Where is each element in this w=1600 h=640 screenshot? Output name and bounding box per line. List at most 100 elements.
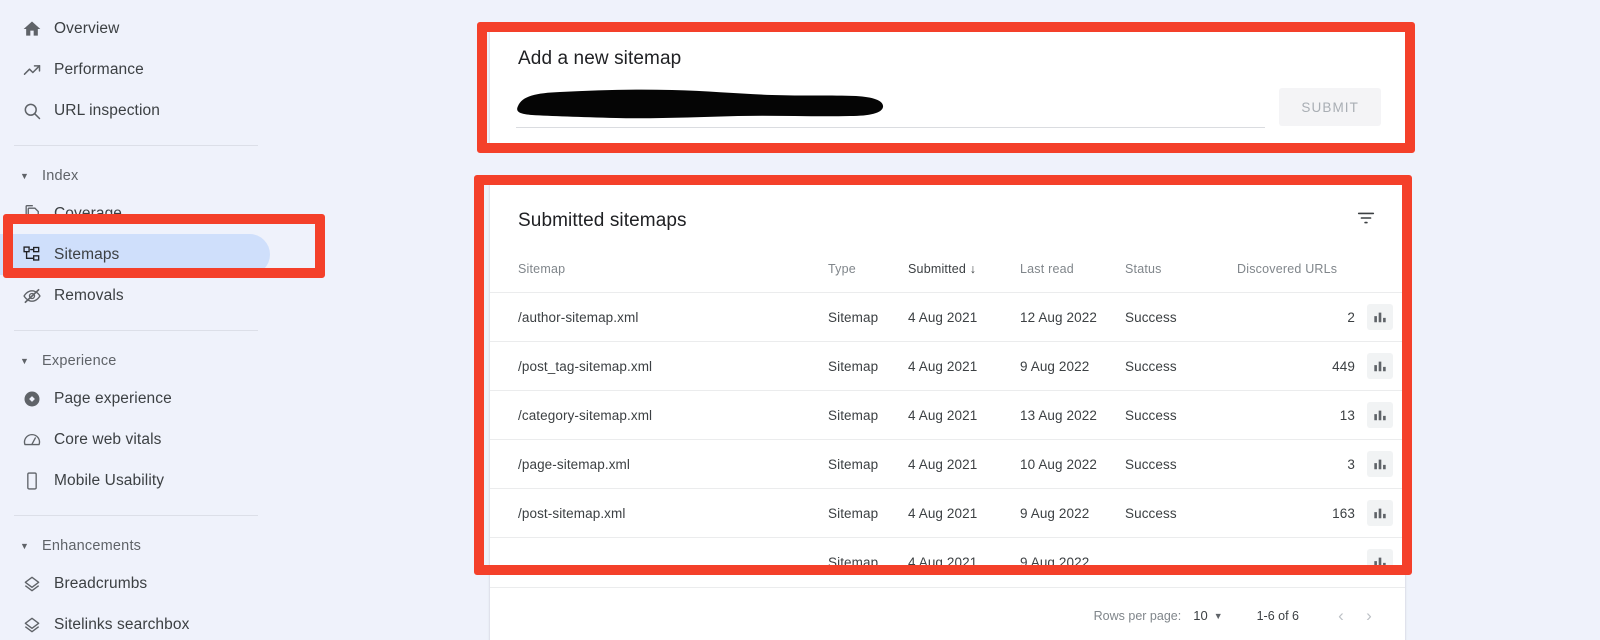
sidebar-group-label: Experience <box>42 353 117 369</box>
column-header-sitemap[interactable]: Sitemap <box>490 256 828 293</box>
cell-actions <box>1355 341 1405 391</box>
sidebar-item-core-web-vitals[interactable]: Core web vitals <box>0 419 470 460</box>
next-page-button[interactable]: › <box>1355 606 1383 626</box>
home-icon <box>22 19 54 39</box>
cell-discovered-urls: 449 <box>1237 341 1355 391</box>
cell-submitted: 4 Aug 2021 <box>908 488 1020 538</box>
sidebar-item-label: Sitemaps <box>54 245 120 263</box>
cell-discovered-urls: 163 <box>1237 488 1355 538</box>
sidebar-item-breadcrumbs[interactable]: Breadcrumbs <box>0 563 470 604</box>
cell-submitted: 4 Aug 2021 <box>908 439 1020 489</box>
search-icon <box>22 101 54 121</box>
cell-status: Success <box>1125 488 1237 538</box>
sidebar-item-url-inspection[interactable]: URL inspection <box>0 90 470 131</box>
sidebar-item-label: Performance <box>54 60 144 78</box>
cell-type: Sitemap <box>828 439 908 489</box>
cell-submitted: 4 Aug 2021 <box>908 537 1020 587</box>
column-header-submitted[interactable]: Submitted ↓ <box>908 256 1020 293</box>
sidebar-group-label: Index <box>42 168 79 184</box>
cell-last-read: 10 Aug 2022 <box>1020 439 1125 489</box>
table-row[interactable]: /page-sitemap.xml Sitemap 4 Aug 2021 10 … <box>490 439 1405 489</box>
cell-sitemap: /post-sitemap.xml <box>490 488 828 538</box>
sitemaps-table-body: /author-sitemap.xml Sitemap 4 Aug 2021 1… <box>490 292 1405 587</box>
cell-type: Sitemap <box>828 537 908 587</box>
cell-last-read: 9 Aug 2022 <box>1020 341 1125 391</box>
cell-sitemap: /page-sitemap.xml <box>490 439 828 489</box>
cell-discovered-urls <box>1237 537 1355 587</box>
cell-status: Success <box>1125 439 1237 489</box>
submitted-sitemaps-card: Submitted sitemaps Sitemap Type Submitte… <box>490 183 1405 640</box>
submitted-sitemaps-title: Submitted sitemaps <box>518 209 687 231</box>
column-header-last-read[interactable]: Last read <box>1020 256 1125 293</box>
cell-actions <box>1355 439 1405 489</box>
sidebar-item-label: Removals <box>54 286 124 304</box>
column-header-type[interactable]: Type <box>828 256 908 293</box>
sidebar-item-overview[interactable]: Overview <box>0 8 470 49</box>
cell-actions <box>1355 390 1405 440</box>
sidebar-item-label: Coverage <box>54 204 123 222</box>
cell-discovered-urls: 3 <box>1237 439 1355 489</box>
table-row[interactable]: /post-sitemap.xml Sitemap 4 Aug 2021 9 A… <box>490 488 1405 538</box>
add-sitemap-title: Add a new sitemap <box>518 48 682 69</box>
table-row[interactable]: /category-sitemap.xml Sitemap 4 Aug 2021… <box>490 390 1405 440</box>
sidebar-item-label: Overview <box>54 19 120 37</box>
sidebar-item-page-experience[interactable]: Page experience <box>0 378 470 419</box>
sitemaps-table-head: Sitemap Type Submitted ↓ Last read Statu… <box>490 256 1405 293</box>
previous-page-button[interactable]: ‹ <box>1327 606 1355 626</box>
bar-chart-icon[interactable] <box>1367 402 1393 428</box>
table-row[interactable]: Sitemap 4 Aug 2021 9 Aug 2022 <box>490 537 1405 587</box>
filter-icon[interactable] <box>1351 203 1381 238</box>
sidebar-item-sitemaps[interactable]: Sitemaps <box>0 234 470 275</box>
table-row[interactable]: /post_tag-sitemap.xml Sitemap 4 Aug 2021… <box>490 341 1405 391</box>
cell-last-read: 9 Aug 2022 <box>1020 537 1125 587</box>
submitted-sitemaps-header: Submitted sitemaps <box>490 183 1405 238</box>
bar-chart-icon[interactable] <box>1367 451 1393 477</box>
cell-status: Success <box>1125 292 1237 342</box>
sidebar-item-coverage[interactable]: Coverage <box>0 193 470 234</box>
table-row[interactable]: /author-sitemap.xml Sitemap 4 Aug 2021 1… <box>490 292 1405 342</box>
cell-status: Success <box>1125 341 1237 391</box>
column-header-status[interactable]: Status <box>1125 256 1237 293</box>
gauge-icon <box>22 430 54 450</box>
submit-button[interactable]: SUBMIT <box>1279 88 1381 126</box>
sitemap-url-input[interactable] <box>516 98 1266 128</box>
sidebar-item-sitelinks-searchbox[interactable]: Sitelinks searchbox <box>0 604 470 640</box>
cell-discovered-urls: 13 <box>1237 390 1355 440</box>
sidebar-item-label: Breadcrumbs <box>54 574 148 592</box>
cell-type: Sitemap <box>828 390 908 440</box>
sidebar-item-mobile-usability[interactable]: Mobile Usability <box>0 460 470 501</box>
bar-chart-icon[interactable] <box>1367 500 1393 526</box>
column-header-actions <box>1355 256 1405 293</box>
sidebar-item-label: Core web vitals <box>54 430 162 448</box>
cell-sitemap: /category-sitemap.xml <box>490 390 828 440</box>
bar-chart-icon[interactable] <box>1367 353 1393 379</box>
chevron-down-icon[interactable]: ▼ <box>1214 611 1223 621</box>
cell-actions <box>1355 488 1405 538</box>
sidebar-divider <box>14 145 258 146</box>
bar-chart-icon[interactable] <box>1367 304 1393 330</box>
cell-submitted: 4 Aug 2021 <box>908 390 1020 440</box>
chevron-down-icon: ▼ <box>20 355 29 366</box>
sitemap-icon <box>22 245 54 265</box>
sidebar-item-removals[interactable]: Removals <box>0 275 470 316</box>
column-header-discovered-urls[interactable]: Discovered URLs <box>1237 256 1355 293</box>
cell-type: Sitemap <box>828 292 908 342</box>
page-experience-icon <box>22 389 54 409</box>
cell-submitted: 4 Aug 2021 <box>908 341 1020 391</box>
trending-up-icon <box>22 60 54 80</box>
sidebar-group-label: Enhancements <box>42 538 142 554</box>
bar-chart-icon[interactable] <box>1367 549 1393 576</box>
sitemaps-table: Sitemap Type Submitted ↓ Last read Statu… <box>490 256 1405 587</box>
chevron-down-icon: ▼ <box>20 170 29 181</box>
cell-type: Sitemap <box>828 341 908 391</box>
rows-per-page-value[interactable]: 10 <box>1193 608 1207 623</box>
cell-sitemap <box>490 537 828 587</box>
mobile-icon <box>22 471 54 491</box>
sidebar-item-label: URL inspection <box>54 101 160 119</box>
sidebar-group-index[interactable]: ▼ Index <box>0 159 470 193</box>
diamond-icon <box>22 574 54 594</box>
sidebar-group-enhancements[interactable]: ▼ Enhancements <box>0 529 470 563</box>
sidebar-group-experience[interactable]: ▼ Experience <box>0 344 470 378</box>
sidebar-item-performance[interactable]: Performance <box>0 49 470 90</box>
main-content: Add a new sitemap SUBMIT Submitted sitem… <box>470 0 1600 640</box>
